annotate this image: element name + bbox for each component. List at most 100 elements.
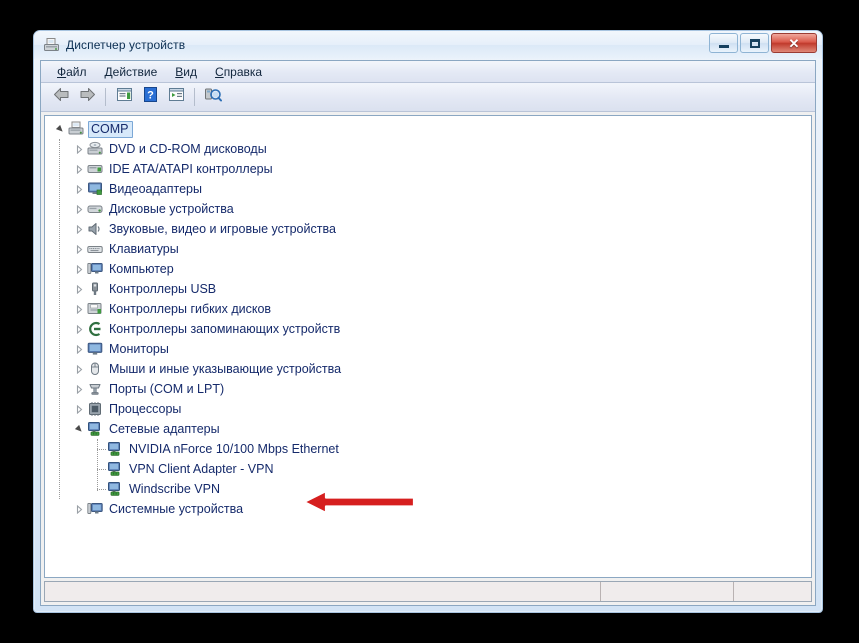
close-icon: ✕ (788, 35, 800, 51)
tree-node-monitors-label: Мониторы (109, 341, 169, 356)
device-tree[interactable]: COMP DVD и CD-ROM дисководы IDE ATA/ATAP… (44, 115, 812, 578)
status-bar (44, 581, 812, 602)
expand-triangle-icon[interactable] (71, 199, 87, 219)
tree-node-ports-label: Порты (COM и LPT) (109, 381, 225, 396)
processor-icon (87, 401, 103, 417)
tree-node-keyboards[interactable]: Клавиатуры (45, 239, 811, 259)
tree-node-network-adapters[interactable]: Сетевые адаптеры (45, 419, 811, 439)
tree-node-computer[interactable]: Компьютер (45, 259, 811, 279)
display-adapter-icon (87, 181, 103, 197)
client-area: Файл Действие Вид Справка ? COMP DVD и C… (40, 60, 816, 606)
expand-triangle-icon[interactable] (71, 399, 87, 419)
collapse-triangle-icon[interactable] (52, 119, 68, 139)
expand-triangle-icon[interactable] (71, 379, 87, 399)
tree-node-vpn-client-adapter[interactable]: VPN Client Adapter - VPN (45, 459, 811, 479)
tree-node-system-devices[interactable]: Системные устройства (45, 499, 811, 519)
device-manager-window: Диспетчер устройств ✕ Файл Действие Вид … (33, 30, 823, 613)
tree-node-comp-label: COMP (88, 120, 133, 138)
expand-triangle-icon[interactable] (71, 239, 87, 259)
close-button[interactable]: ✕ (771, 33, 817, 53)
network-children-group: NVIDIA nForce 10/100 Mbps Ethernet VPN C… (45, 439, 811, 499)
network-adapter-icon (87, 421, 103, 437)
toolbar-back-button[interactable] (49, 86, 73, 109)
menu-file[interactable]: Файл (48, 63, 96, 81)
tree-node-ports[interactable]: Порты (COM и LPT) (45, 379, 811, 399)
tree-node-windscribe-vpn[interactable]: Windscribe VPN (45, 479, 811, 499)
disk-drive-icon (87, 201, 103, 217)
tree-node-dvd[interactable]: DVD и CD-ROM дисководы (45, 139, 811, 159)
toolbar-scan-hardware-button[interactable] (201, 86, 225, 109)
menu-file-accel: Ф (57, 64, 67, 79)
tree-node-nvidia-ethernet-label: NVIDIA nForce 10/100 Mbps Ethernet (129, 441, 339, 456)
tree-node-usb-label: Контроллеры USB (109, 281, 217, 296)
toolbar-help-button[interactable]: ? (138, 86, 162, 109)
collapse-triangle-icon[interactable] (71, 419, 87, 439)
scan-list-icon (168, 87, 185, 107)
expand-triangle-icon[interactable] (71, 219, 87, 239)
expand-triangle-icon[interactable] (71, 319, 87, 339)
tree-node-dvd-label: DVD и CD-ROM дисководы (109, 141, 267, 156)
tree-node-mice[interactable]: Мыши и иные указывающие устройства (45, 359, 811, 379)
svg-text:?: ? (147, 90, 154, 102)
expand-triangle-icon[interactable] (71, 499, 87, 519)
tree-node-comp[interactable]: COMP (45, 119, 811, 139)
computer-node-icon (87, 261, 103, 277)
expand-triangle-icon[interactable] (71, 359, 87, 379)
tree-node-sound-label: Звуковые, видео и игровые устройства (109, 221, 336, 236)
tree-node-ide-label: IDE ATA/ATAPI контроллеры (109, 161, 273, 176)
tree-node-sound[interactable]: Звуковые, видео и игровые устройства (45, 219, 811, 239)
tree-node-nvidia-ethernet[interactable]: NVIDIA nForce 10/100 Mbps Ethernet (45, 439, 811, 459)
toolbar: ? (41, 83, 815, 112)
tree-node-windscribe-vpn-label: Windscribe VPN (129, 481, 220, 496)
expand-triangle-icon[interactable] (71, 159, 87, 179)
tree-node-system-devices-label: Системные устройства (109, 501, 244, 516)
computer-icon (68, 121, 84, 137)
menu-help-label: правка (223, 64, 263, 79)
maximize-icon (749, 38, 760, 48)
dvd-icon (87, 141, 103, 157)
tree-node-processors[interactable]: Процессоры (45, 399, 811, 419)
child-stub-line (97, 489, 106, 490)
tree-node-floppy-controllers[interactable]: Контроллеры гибких дисков (45, 299, 811, 319)
expand-triangle-icon[interactable] (71, 179, 87, 199)
storage-controller-icon (87, 321, 103, 337)
toolbar-forward-button[interactable] (75, 86, 99, 109)
network-adapter-icon (107, 461, 123, 477)
floppy-controller-icon (87, 301, 103, 317)
minimize-icon (718, 44, 729, 48)
usb-icon (87, 281, 103, 297)
tree-node-display-adapters-label: Видеоадаптеры (109, 181, 202, 196)
tree-node-ide[interactable]: IDE ATA/ATAPI контроллеры (45, 159, 811, 179)
menu-help-accel: С (215, 64, 224, 79)
expand-triangle-icon[interactable] (71, 299, 87, 319)
expand-triangle-icon[interactable] (71, 259, 87, 279)
tree-node-storage-controllers[interactable]: Контроллеры запоминающих устройств (45, 319, 811, 339)
tree-node-keyboards-label: Клавиатуры (109, 241, 179, 256)
expand-triangle-icon[interactable] (71, 279, 87, 299)
tree-node-disk-drives-label: Дисковые устройства (109, 201, 234, 216)
status-pane-1 (45, 582, 600, 601)
menu-action-label: ействие (112, 64, 158, 79)
tree-node-display-adapters[interactable]: Видеоадаптеры (45, 179, 811, 199)
minimize-button[interactable] (709, 33, 738, 53)
tree-node-disk-drives[interactable]: Дисковые устройства (45, 199, 811, 219)
tree-node-monitors[interactable]: Мониторы (45, 339, 811, 359)
menu-action[interactable]: Действие (96, 63, 167, 81)
menu-view[interactable]: Вид (166, 63, 206, 81)
maximize-button[interactable] (740, 33, 769, 53)
title-bar[interactable]: Диспетчер устройств ✕ (34, 31, 822, 59)
menu-action-accel: Д (104, 64, 113, 79)
scan-hardware-icon (204, 87, 222, 108)
tree-node-usb[interactable]: Контроллеры USB (45, 279, 811, 299)
monitor-icon (87, 341, 103, 357)
help-icon: ? (143, 87, 158, 107)
menu-help[interactable]: Справка (206, 63, 271, 81)
expand-triangle-icon[interactable] (71, 139, 87, 159)
menu-bar: Файл Действие Вид Справка (41, 61, 815, 83)
network-adapter-icon (107, 481, 123, 497)
toolbar-show-hidden-button[interactable] (164, 86, 188, 109)
toolbar-properties-button[interactable] (112, 86, 136, 109)
port-icon (87, 381, 103, 397)
tree-node-storage-controllers-label: Контроллеры запоминающих устройств (109, 321, 341, 336)
expand-triangle-icon[interactable] (71, 339, 87, 359)
